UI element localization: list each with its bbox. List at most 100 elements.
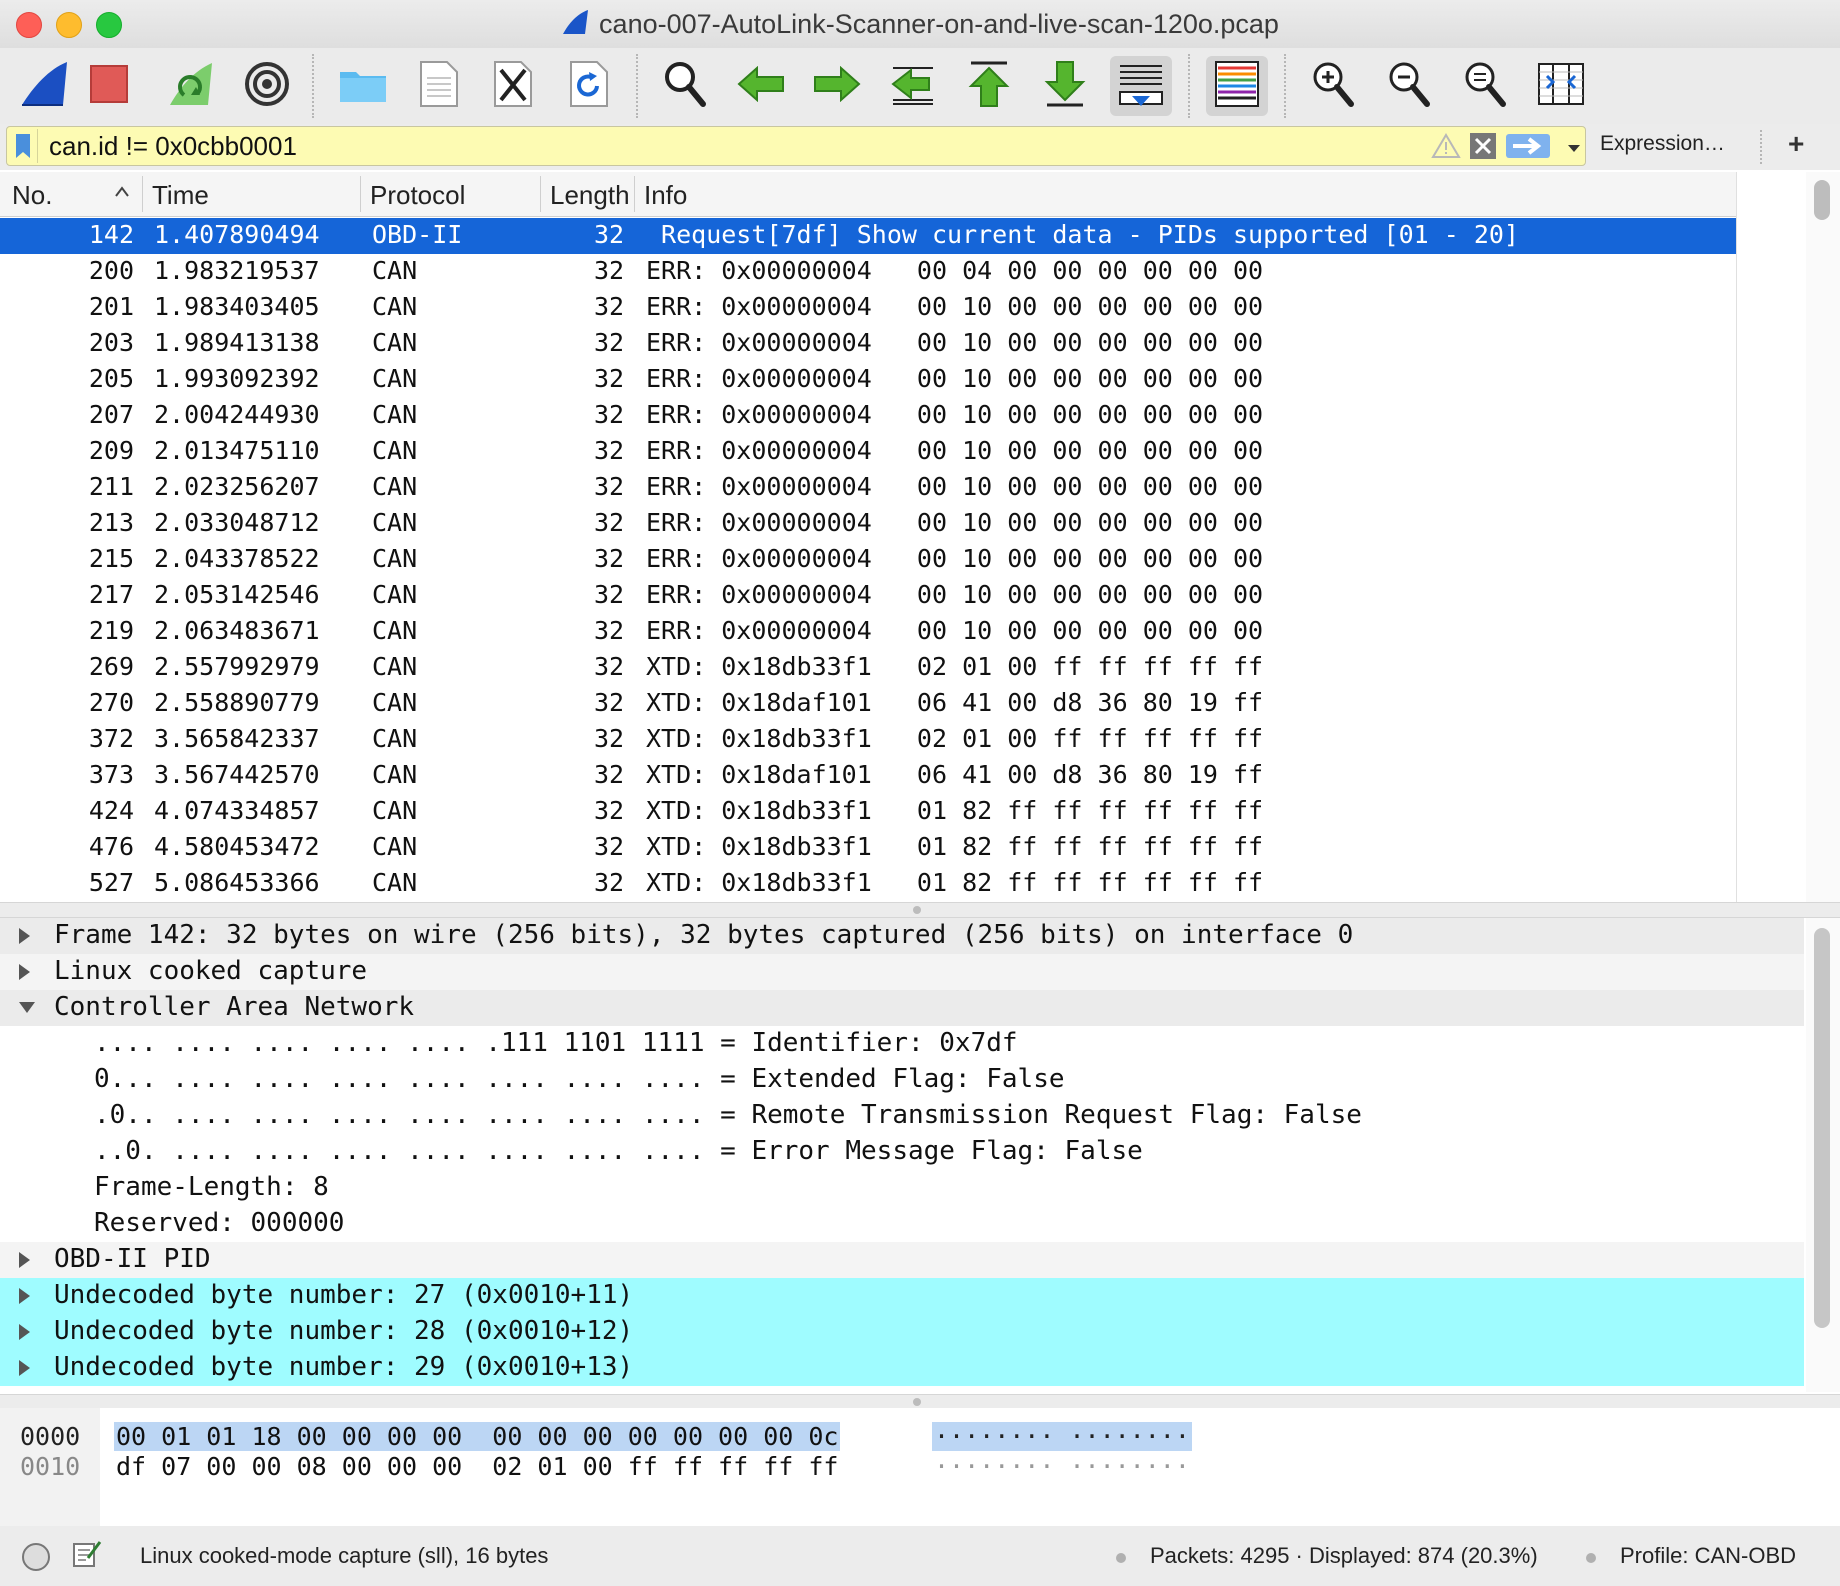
zoom-normal-button[interactable] xyxy=(1454,56,1516,116)
packet-row[interactable]: 476 4.580453472 CAN 32 XTD: 0x18db33f1 01 82… xyxy=(0,830,1736,866)
packet-row[interactable]: 200 1.983219537 CAN 32 ERR: 0x00000004 00 04… xyxy=(0,254,1736,290)
packet-row[interactable]: 203 1.989413138 CAN 32 ERR: 0x00000004 00 10… xyxy=(0,326,1736,362)
apply-filter-icon[interactable] xyxy=(1505,133,1551,164)
detail-tree-item[interactable]: .0.. .... .... .... .... .... .... .... … xyxy=(0,1098,1804,1134)
packet-row[interactable]: 269 2.557992979 CAN 32 XTD: 0x18db33f1 02 01… xyxy=(0,650,1736,686)
detail-tree-item[interactable]: ..0. .... .... .... .... .... .... .... … xyxy=(0,1134,1804,1170)
scrollbar-thumb[interactable] xyxy=(1814,928,1830,1328)
packet-minimap[interactable] xyxy=(1736,172,1803,902)
bookmark-icon[interactable] xyxy=(15,133,31,164)
byte-hex[interactable]: 00 01 01 18 00 00 00 00 00 00 00 00 00 0… xyxy=(114,1422,841,1451)
packet-row[interactable]: 211 2.023256207 CAN 32 ERR: 0x00000004 00 10… xyxy=(0,470,1736,506)
packet-info: ERR: 0x00000004 00 10 00 00 00 00 00 00 xyxy=(646,580,1264,609)
packet-number: 373 xyxy=(88,760,134,789)
zoom-in-button[interactable] xyxy=(1302,56,1364,116)
open-file-button[interactable] xyxy=(332,56,394,116)
chevron-down-icon[interactable] xyxy=(18,993,36,1023)
packet-list-scrollbar[interactable] xyxy=(1806,172,1840,902)
go-back-button[interactable] xyxy=(730,56,792,116)
detail-tree-item[interactable]: Frame 142: 32 bytes on wire (256 bits), … xyxy=(0,918,1804,954)
column-header-protocol[interactable]: Protocol xyxy=(370,180,530,211)
packet-row[interactable]: 527 5.086453366 CAN 32 XTD: 0x18db33f1 01 82… xyxy=(0,866,1736,902)
detail-tree-item[interactable]: Controller Area Network xyxy=(0,990,1804,1026)
profile-indicator[interactable]: Profile: CAN-OBD xyxy=(1620,1543,1796,1569)
byte-hex[interactable]: df 07 00 00 08 00 00 00 02 01 00 ff ff f… xyxy=(114,1452,840,1481)
packet-row[interactable]: 270 2.558890779 CAN 32 XTD: 0x18daf101 06 41… xyxy=(0,686,1736,722)
chevron-right-icon[interactable] xyxy=(18,921,36,951)
go-last-packet-button[interactable] xyxy=(1034,56,1096,116)
capture-comment-icon[interactable] xyxy=(70,1538,102,1576)
clear-filter-icon[interactable] xyxy=(1469,132,1497,165)
pane-splitter[interactable] xyxy=(0,902,1840,918)
detail-tree-item[interactable]: .... .... .... .... .... .111 1101 1111 … xyxy=(0,1026,1804,1062)
status-dot xyxy=(1116,1553,1126,1563)
detail-tree-item[interactable]: Undecoded byte number: 29 (0x0010+13) xyxy=(0,1350,1804,1386)
chevron-right-icon[interactable] xyxy=(18,1245,36,1275)
zoom-out-button[interactable] xyxy=(1378,56,1440,116)
restart-capture-button[interactable] xyxy=(160,56,222,116)
expert-info-icon[interactable] xyxy=(20,1541,52,1579)
go-forward-button[interactable] xyxy=(806,56,868,116)
find-packet-button[interactable] xyxy=(654,56,716,116)
packet-row[interactable]: 424 4.074334857 CAN 32 XTD: 0x18db33f1 01 82… xyxy=(0,794,1736,830)
scrollbar-thumb[interactable] xyxy=(1814,180,1830,220)
packet-info: ERR: 0x00000004 00 10 00 00 00 00 00 00 xyxy=(646,616,1264,645)
packet-row[interactable]: 142 1.407890494 OBD-II 32 Request[7df] Show… xyxy=(0,218,1736,254)
byte-ascii[interactable]: ········ ········ xyxy=(932,1452,1192,1481)
packet-row[interactable]: 213 2.033048712 CAN 32 ERR: 0x00000004 00 10… xyxy=(0,506,1736,542)
packet-protocol: CAN xyxy=(372,652,418,681)
packet-number: 203 xyxy=(88,328,134,357)
packet-row[interactable]: 205 1.993092392 CAN 32 ERR: 0x00000004 00 10… xyxy=(0,362,1736,398)
column-header-length[interactable]: Length xyxy=(550,180,630,211)
detail-tree-item[interactable]: Reserved: 000000 xyxy=(0,1206,1804,1242)
packet-row[interactable]: 373 3.567442570 CAN 32 XTD: 0x18daf101 06 41… xyxy=(0,758,1736,794)
go-to-packet-icon xyxy=(889,60,937,113)
chevron-right-icon[interactable] xyxy=(18,1353,36,1383)
detail-tree-item[interactable]: 0... .... .... .... .... .... .... .... … xyxy=(0,1062,1804,1098)
packet-row[interactable]: 215 2.043378522 CAN 32 ERR: 0x00000004 00 10… xyxy=(0,542,1736,578)
reload-icon xyxy=(569,60,609,113)
go-to-packet-button[interactable] xyxy=(882,56,944,116)
auto-scroll-button[interactable] xyxy=(1110,56,1172,116)
column-header-no[interactable]: No. xyxy=(12,180,112,211)
bytes-row[interactable]: 0010 df 07 00 00 08 00 00 00 02 01 00 ff … xyxy=(0,1452,1840,1484)
detail-tree-item[interactable]: Frame-Length: 8 xyxy=(0,1170,1804,1206)
detail-tree-item[interactable]: Undecoded byte number: 27 (0x0010+11) xyxy=(0,1278,1804,1314)
bytes-row[interactable]: 0000 00 01 01 18 00 00 00 00 00 00 00 00 … xyxy=(0,1422,1840,1454)
packet-time: 2.013475110 xyxy=(154,436,320,465)
stop-capture-button[interactable] xyxy=(78,56,140,116)
go-first-packet-button[interactable] xyxy=(958,56,1020,116)
packet-row[interactable]: 201 1.983403405 CAN 32 ERR: 0x00000004 00 10… xyxy=(0,290,1736,326)
capture-options-button[interactable] xyxy=(236,56,298,116)
packet-number: 215 xyxy=(88,544,134,573)
packet-info: ERR: 0x00000004 00 10 00 00 00 00 00 00 xyxy=(646,436,1264,465)
packet-row[interactable]: 207 2.004244930 CAN 32 ERR: 0x00000004 00 10… xyxy=(0,398,1736,434)
packet-length: 32 xyxy=(594,688,625,717)
save-file-button[interactable] xyxy=(408,56,470,116)
reload-file-button[interactable] xyxy=(558,56,620,116)
add-filter-button[interactable]: + xyxy=(1788,128,1804,160)
detail-tree-item[interactable]: OBD-II PID xyxy=(0,1242,1804,1278)
packet-time: 1.993092392 xyxy=(154,364,320,393)
display-filter-input[interactable]: can.id != 0x0cbb0001 xyxy=(6,126,1586,166)
column-header-time[interactable]: Time xyxy=(152,180,352,211)
chevron-right-icon[interactable] xyxy=(18,1317,36,1347)
packet-row[interactable]: 372 3.565842337 CAN 32 XTD: 0x18db33f1 02 01… xyxy=(0,722,1736,758)
chevron-right-icon[interactable] xyxy=(18,1281,36,1311)
byte-ascii[interactable]: ········ ········ xyxy=(932,1422,1192,1451)
chevron-right-icon[interactable] xyxy=(18,957,36,987)
close-file-button[interactable] xyxy=(482,56,544,116)
expression-button[interactable]: Expression… xyxy=(1600,132,1725,156)
column-header-info[interactable]: Info xyxy=(644,180,844,211)
chevron-down-icon[interactable] xyxy=(1567,141,1581,159)
packet-row[interactable]: 217 2.053142546 CAN 32 ERR: 0x00000004 00 10… xyxy=(0,578,1736,614)
details-scrollbar[interactable] xyxy=(1806,918,1840,1392)
packet-number: 219 xyxy=(88,616,134,645)
resize-columns-button[interactable] xyxy=(1530,56,1592,116)
start-capture-button[interactable] xyxy=(14,56,76,116)
packet-row[interactable]: 209 2.013475110 CAN 32 ERR: 0x00000004 00 10… xyxy=(0,434,1736,470)
packet-row[interactable]: 219 2.063483671 CAN 32 ERR: 0x00000004 00 10… xyxy=(0,614,1736,650)
detail-tree-item[interactable]: Linux cooked capture xyxy=(0,954,1804,990)
detail-tree-item[interactable]: Undecoded byte number: 28 (0x0010+12) xyxy=(0,1314,1804,1350)
colorize-button[interactable] xyxy=(1206,56,1268,116)
